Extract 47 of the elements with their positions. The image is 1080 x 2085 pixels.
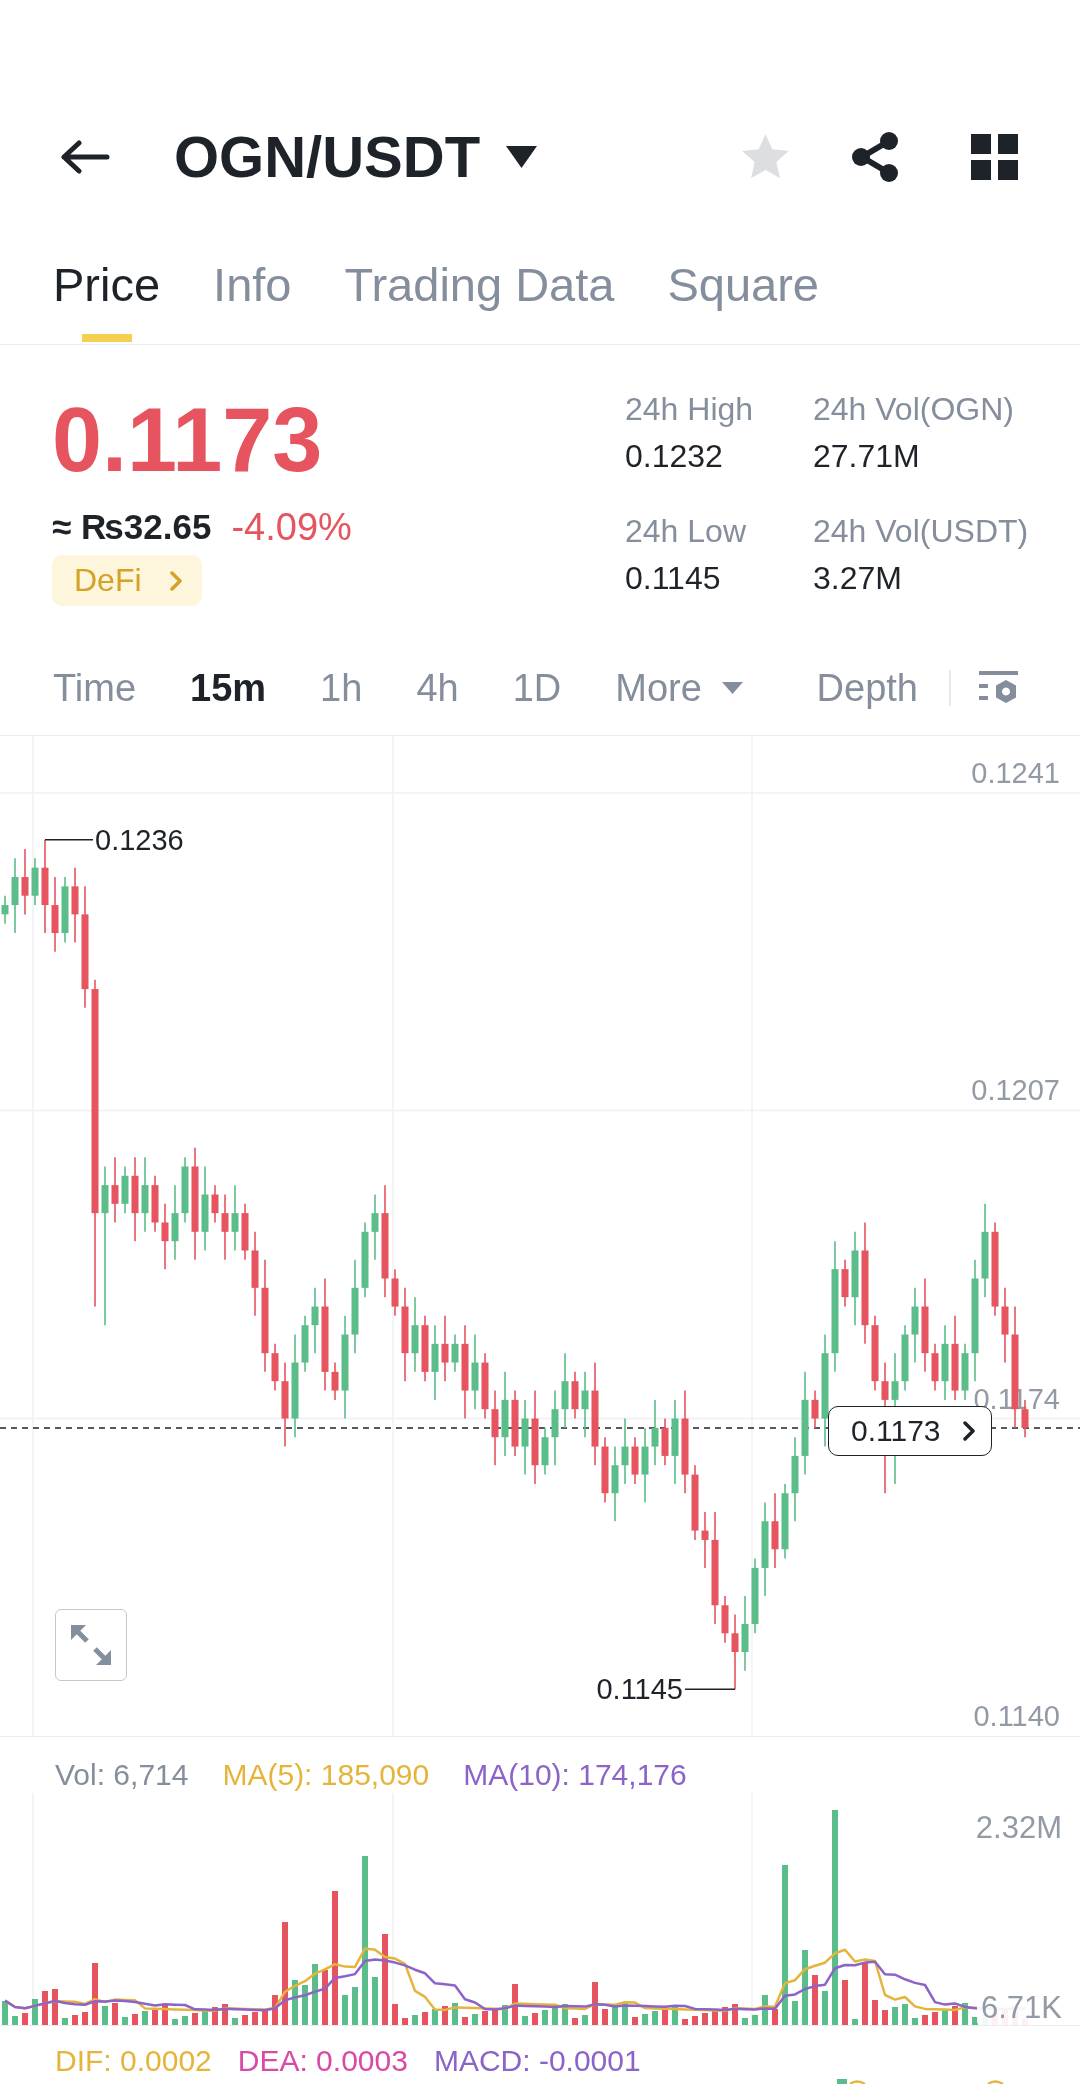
tab[interactable]: Trading Data	[344, 261, 615, 344]
stat-value: 27.71M	[813, 437, 921, 476]
chevron-right-icon	[169, 570, 182, 591]
volume-legend-item: MA(10): 174,176	[463, 1757, 687, 1793]
high-price-label: 0.1236	[95, 823, 184, 856]
high-price-leader-line	[44, 838, 94, 841]
interval-tab[interactable]: 15m	[190, 665, 267, 710]
volume-legend-item: Vol: 6,714	[55, 1757, 189, 1793]
stat-value: 3.27M	[813, 559, 903, 598]
caret-down-icon	[721, 681, 743, 694]
tab[interactable]: Square	[667, 261, 819, 344]
low-price-label: 0.1145	[596, 1673, 683, 1706]
interval-tab[interactable]: Time	[53, 665, 137, 710]
stat-label: 24h High	[625, 390, 755, 429]
fiat-price: ≈ ₨32.65	[52, 506, 212, 548]
tab[interactable]: Info	[213, 261, 292, 344]
stat-label: 24h Vol(USDT)	[813, 512, 1029, 551]
category-tag[interactable]: DeFi	[52, 555, 202, 606]
fullscreen-button[interactable]	[55, 1609, 127, 1681]
macd-legend-item: DIF: 0.0002	[55, 2043, 212, 2079]
more-menu[interactable]: More	[615, 665, 743, 710]
chevron-right-icon	[962, 1420, 975, 1441]
price-axis-label: 0.1140	[973, 1700, 1060, 1732]
stat-value: 0.1145	[625, 559, 722, 598]
interval-tab[interactable]: 4h	[416, 665, 459, 710]
pair-selector[interactable]: OGN/USDT	[174, 122, 538, 192]
macd-legend-item: MACD: -0.0001	[433, 2043, 641, 2079]
interval-tab[interactable]: 1D	[512, 665, 562, 710]
back-arrow-icon[interactable]	[60, 140, 110, 174]
chart-settings-icon[interactable]	[979, 670, 1018, 705]
depth-tab[interactable]: Depth	[816, 665, 918, 710]
price-axis-label: 0.1207	[971, 1074, 1060, 1107]
layout-grid-icon[interactable]	[971, 134, 1018, 180]
tab[interactable]: Price	[53, 261, 161, 344]
low-price-leader-line	[684, 1688, 736, 1691]
price-axis-label: 0.1241	[971, 757, 1060, 789]
stat-value: 0.1232	[625, 437, 724, 476]
last-price: 0.1173	[52, 395, 323, 485]
share-icon[interactable]	[851, 132, 899, 182]
interval-tab[interactable]: 1h	[320, 665, 363, 710]
macd-legend-item: DEA: 0.0003	[237, 2043, 408, 2079]
stat-label: 24h Vol(OGN)	[813, 390, 1015, 429]
price-change: -4.09%	[231, 505, 352, 549]
stat-label: 24h Low	[625, 512, 747, 551]
expand-icon	[71, 1625, 111, 1665]
caret-down-icon	[506, 146, 538, 168]
volume-legend-item: MA(5): 185,090	[222, 1757, 430, 1793]
